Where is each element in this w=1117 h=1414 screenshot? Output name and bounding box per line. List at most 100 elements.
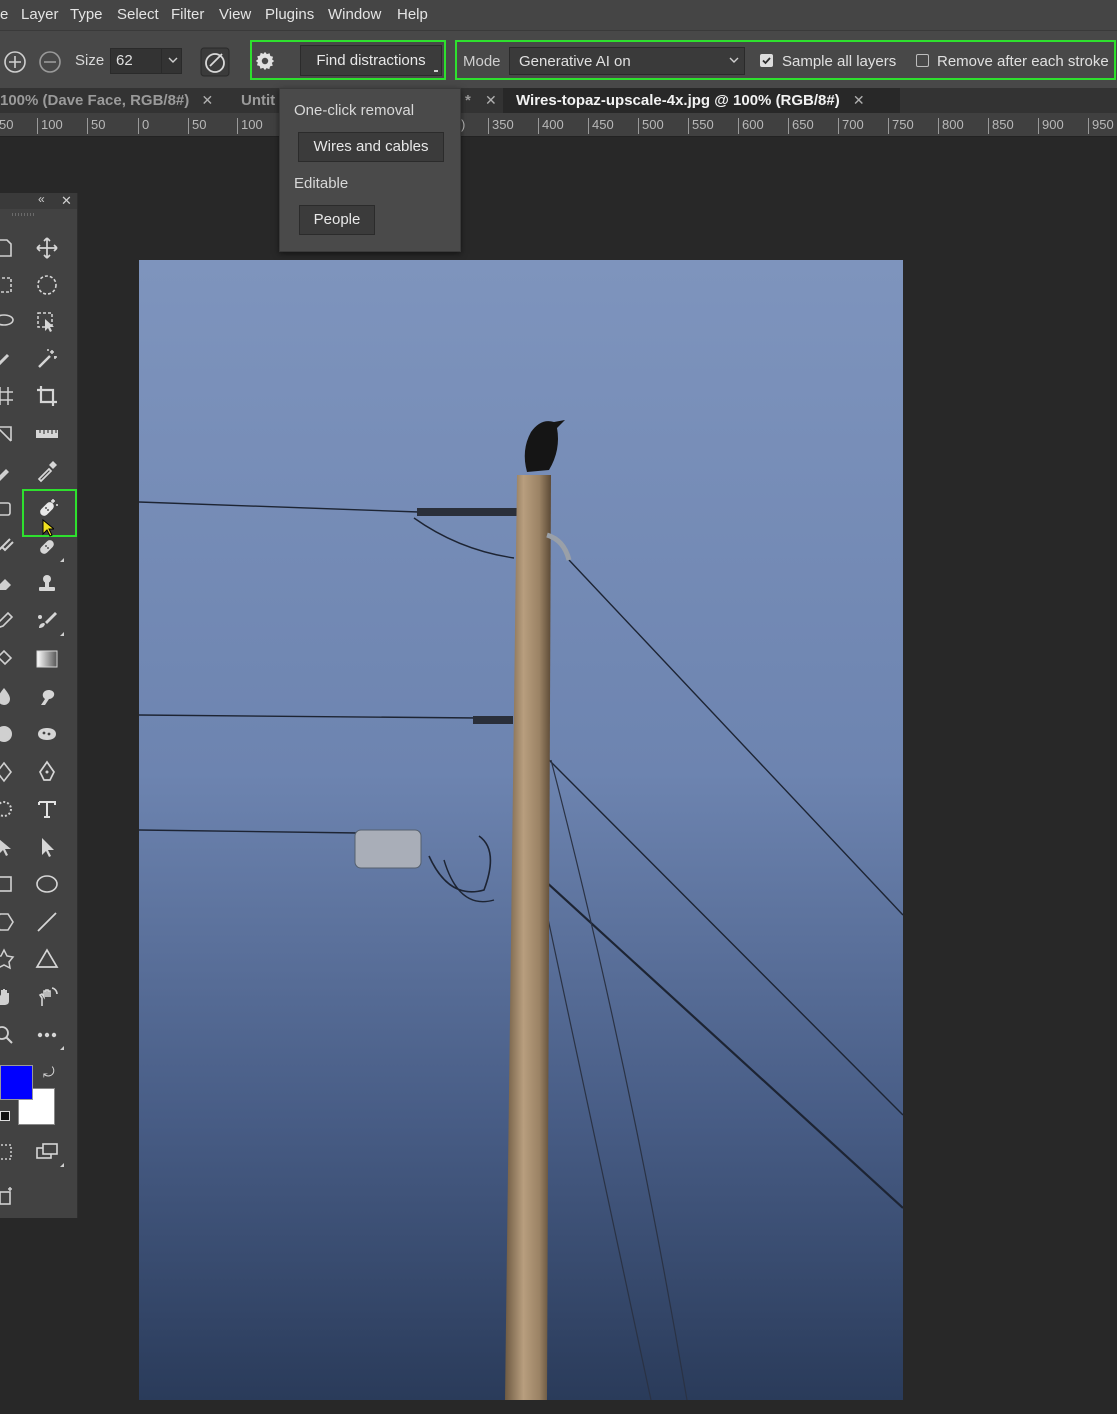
mode-select[interactable]: Generative AI on [509,47,745,75]
panel-grip [12,213,36,216]
sample-all-layers-checkbox[interactable] [760,54,773,67]
slice-icon[interactable] [0,421,17,447]
tab-title: Untit [241,92,276,109]
wires-and-cables-button[interactable]: Wires and cables [298,132,444,162]
chevron-down-icon[interactable] [728,53,740,71]
add-brush-icon[interactable] [3,50,27,78]
pencil-icon[interactable] [0,608,17,634]
paint-bucket-icon[interactable] [0,646,17,672]
foreground-color-swatch-top[interactable] [0,1065,33,1100]
blur-icon[interactable] [0,684,17,710]
ruler-tick: 400 [538,118,564,134]
close-icon[interactable]: ✕ [61,193,72,209]
quick-selection-icon[interactable] [0,346,17,372]
pen-icon[interactable] [34,759,60,785]
lasso-icon[interactable] [0,309,17,335]
menu-item-edit[interactable]: e [0,6,8,23]
default-colors-icon[interactable] [0,1111,10,1121]
ruler-tick: 50 [87,118,105,134]
line-icon[interactable] [34,909,60,935]
rect-marquee-icon[interactable] [0,272,17,298]
zoom-icon[interactable] [0,1022,17,1048]
dodge-icon[interactable] [0,721,17,747]
options-bar: Size 62 Find distractions Mode Generativ… [0,30,1117,89]
quick-mask-icon[interactable] [0,1139,17,1165]
ruler-icon[interactable] [34,421,60,447]
magic-wand-icon[interactable] [34,346,60,372]
tab-wires-topaz[interactable]: Wires-topaz-upscale-4x.jpg @ 100% (RGB/8… [503,88,900,113]
type-icon[interactable] [34,796,60,822]
button-corner-indicator [434,70,438,72]
close-icon[interactable]: ✕ [201,92,213,108]
gear-icon[interactable] [254,50,276,76]
color-sampler-icon[interactable] [0,458,17,484]
tab-untitled[interactable]: Untit [241,88,279,113]
object-selection-icon[interactable] [34,309,60,335]
mode-value: Generative AI on [519,53,631,70]
collapse-icon[interactable]: « [38,192,45,206]
close-icon[interactable]: ✕ [485,92,497,108]
mixer-brush-icon[interactable] [34,608,64,636]
move-icon[interactable] [34,235,60,261]
menu-item-help[interactable]: Help [397,6,428,23]
eyedropper-icon[interactable] [34,458,60,484]
rotate-view-icon[interactable] [34,984,60,1010]
one-click-removal-heading: One-click removal [294,102,415,119]
photo-utility-pole [139,260,903,1400]
chevron-down-icon[interactable] [167,53,179,71]
elliptical-marquee-icon[interactable] [34,272,60,298]
polygon-icon[interactable] [0,909,17,935]
edit-toolbar-icon[interactable] [0,1183,17,1209]
custom-shape-icon[interactable] [0,946,17,972]
tools-panel: « ✕ ⤾ [0,192,78,1218]
menu-item-type[interactable]: Type [70,6,103,23]
size-input[interactable]: 62 [110,48,182,74]
eraser-icon[interactable] [0,571,17,597]
ruler-tick: 100 [37,118,63,134]
pressure-icon[interactable] [200,47,230,81]
path-selection-icon[interactable] [0,834,17,860]
tab-title: 100% (Dave Face, RGB/8#) [0,92,190,109]
menu-item-select[interactable]: Select [117,6,159,23]
document-tab-bar: 100% (Dave Face, RGB/8#) ✕ Untit * ✕ Wir… [0,88,1117,113]
remove-after-stroke-label: Remove after each stroke [937,53,1109,70]
ruler-tick: 850 [988,118,1014,134]
direct-selection-icon[interactable] [34,834,60,860]
screen-mode-icon[interactable] [34,1139,64,1167]
gradient-icon[interactable] [34,646,60,672]
tab-modified[interactable]: * ✕ [465,88,499,113]
find-distractions-button[interactable]: Find distractions [300,45,442,76]
close-icon[interactable]: ✕ [853,92,865,108]
menu-item-window[interactable]: Window [328,6,381,23]
more-tools-icon[interactable] [34,1022,64,1050]
vertical-type-icon[interactable] [0,796,17,822]
hand-icon[interactable] [0,984,17,1010]
clone-stamp-icon[interactable] [34,571,60,597]
smudge-icon[interactable] [34,684,60,710]
people-button[interactable]: People [299,205,375,235]
swap-colors-icon[interactable]: ⤾ [43,1064,55,1081]
history-brush-icon[interactable] [0,534,17,560]
menu-item-view[interactable]: View [219,6,251,23]
ellipse-icon[interactable] [34,871,60,897]
ruler-tick: 100 [237,118,263,134]
spot-healing-icon[interactable] [0,496,17,522]
ruler-tick: 50 [0,117,14,132]
document-canvas[interactable] [139,260,903,1400]
find-distractions-group: Find distractions [250,40,446,80]
ruler-tick: 550 [688,118,714,134]
frame-icon[interactable] [0,383,17,409]
rectangle-icon[interactable] [0,871,17,897]
menu-item-layer[interactable]: Layer [21,6,59,23]
freeform-pen-icon[interactable] [0,759,17,785]
wires-and-cables-label: Wires and cables [313,138,429,155]
menu-item-plugins[interactable]: Plugins [265,6,314,23]
menu-item-filter[interactable]: Filter [171,6,204,23]
artboard-icon[interactable] [0,235,17,261]
sponge-icon[interactable] [34,721,60,747]
subtract-brush-icon[interactable] [38,50,62,78]
tab-dave-face[interactable]: 100% (Dave Face, RGB/8#) ✕ [0,88,228,113]
remove-after-stroke-checkbox[interactable] [916,54,929,67]
triangle-icon[interactable] [34,946,60,972]
crop-icon[interactable] [34,383,60,409]
